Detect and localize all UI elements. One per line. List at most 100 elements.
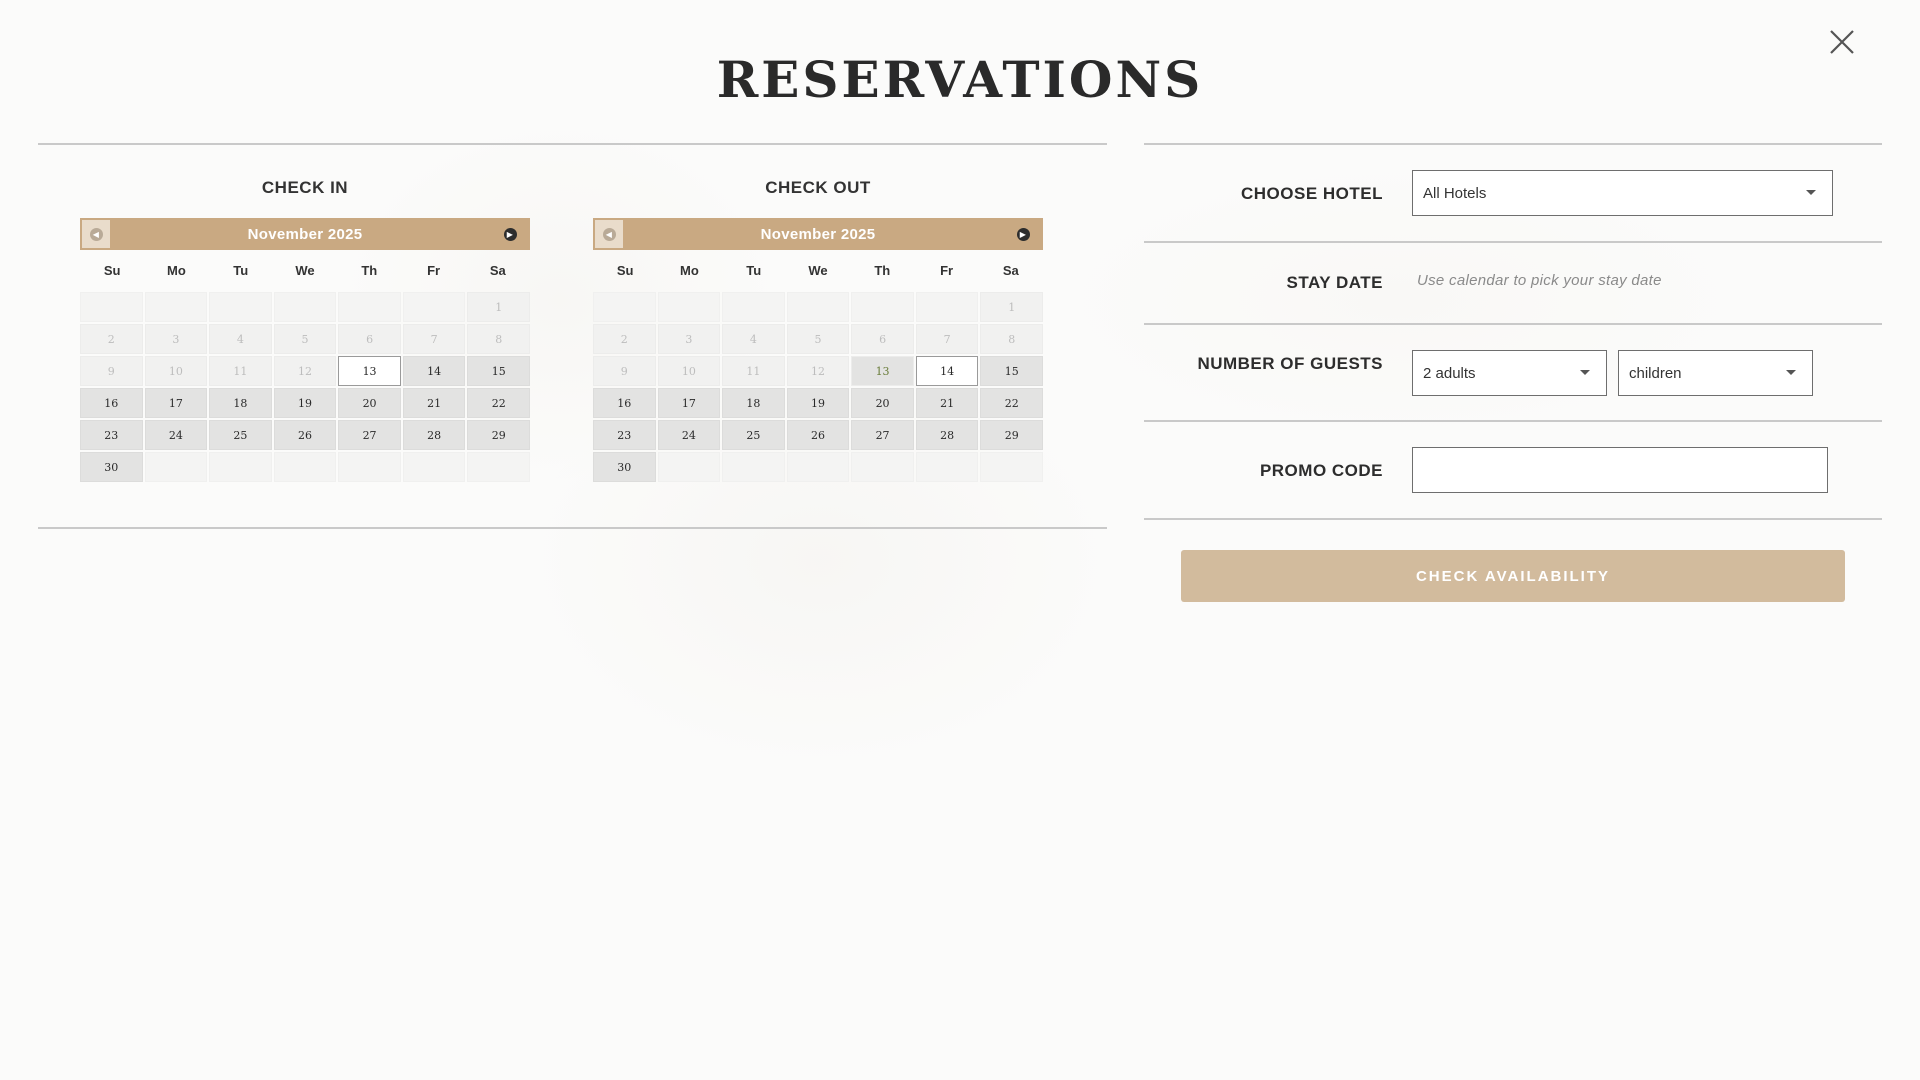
weekday-label: Su	[103, 262, 121, 278]
calendar-empty-cell	[402, 292, 466, 322]
calendar-header: ◀ November 2025 ▶	[593, 218, 1043, 250]
calendar-day: 9	[593, 356, 656, 386]
calendar-day[interactable]: 25	[209, 420, 272, 450]
calendar-empty-cell	[467, 452, 530, 482]
calendar-day[interactable]: 25	[722, 420, 785, 450]
calendar-empty-cell	[209, 292, 272, 322]
weekday-label: Sa	[1002, 262, 1019, 278]
weekday-label: Th	[361, 262, 378, 278]
page-title: RESERVATIONS	[716, 50, 1204, 109]
prev-month-button[interactable]: ◀	[595, 220, 623, 248]
calendar-day[interactable]: 26	[273, 420, 337, 450]
chevron-left-icon: ◀	[89, 227, 103, 241]
weekday-label: Mo	[167, 262, 186, 278]
calendar-empty-cell	[786, 292, 850, 322]
calendar-day[interactable]: 16	[593, 388, 656, 418]
calendar-empty-cell	[338, 292, 401, 322]
calendar-empty-cell	[980, 452, 1043, 482]
calendar-day[interactable]: 24	[144, 420, 208, 450]
checkin-calendar: ◀ November 2025 ▶ Su Mo Tu We Th Fr Sa 1234567…	[80, 218, 530, 482]
calendar-day[interactable]: 22	[467, 388, 530, 418]
checkout-heading: CHECK OUT	[765, 178, 871, 197]
prev-month-button[interactable]: ◀	[82, 220, 110, 248]
divider	[1144, 420, 1882, 422]
calendar-day[interactable]: 21	[402, 388, 466, 418]
divider	[1144, 518, 1882, 520]
stay-date-hint: Use calendar to pick your stay date	[1417, 272, 1662, 289]
calendar-day[interactable]: 15	[980, 356, 1043, 386]
calendar-day[interactable]: 14	[402, 356, 466, 386]
calendar-day[interactable]: 19	[786, 388, 850, 418]
calendar-day[interactable]: 18	[722, 388, 785, 418]
calendar-day: 4	[722, 324, 785, 354]
calendar-day[interactable]: 26	[786, 420, 850, 450]
calendar-day: 8	[467, 324, 530, 354]
check-availability-button[interactable]: CHECK AVAILABILITY	[1181, 550, 1845, 602]
divider	[38, 143, 1107, 145]
next-month-button[interactable]: ▶	[496, 220, 524, 248]
calendar-day: 12	[786, 356, 850, 386]
calendar-empty-cell	[209, 452, 272, 482]
calendar-day[interactable]: 21	[915, 388, 979, 418]
calendar-empty-cell	[144, 292, 208, 322]
calendar-day[interactable]: 17	[657, 388, 721, 418]
calendar-day[interactable]: 29	[980, 420, 1043, 450]
calendar-empty-cell	[915, 452, 979, 482]
calendar-day: 5	[786, 324, 850, 354]
calendar-day: 11	[722, 356, 785, 386]
calendar-day[interactable]: 14	[915, 356, 979, 386]
weekday-label: We	[295, 262, 315, 278]
calendar-day: 10	[657, 356, 721, 386]
calendar-day[interactable]: 30	[80, 452, 143, 482]
chevron-left-icon: ◀	[602, 227, 616, 241]
calendar-day[interactable]: 28	[915, 420, 979, 450]
children-select[interactable]: children	[1618, 350, 1813, 396]
calendar-day[interactable]: 19	[273, 388, 337, 418]
calendar-day[interactable]: 27	[338, 420, 401, 450]
month-label: November 2025	[247, 225, 363, 243]
calendar-day[interactable]: 17	[144, 388, 208, 418]
calendar-day: 3	[144, 324, 208, 354]
calendar-empty-cell	[273, 452, 337, 482]
calendar-header: ◀ November 2025 ▶	[80, 218, 530, 250]
calendar-day[interactable]: 16	[80, 388, 143, 418]
weekday-label: Tu	[233, 262, 249, 278]
calendar-day[interactable]: 20	[851, 388, 914, 418]
calendar-day[interactable]: 29	[467, 420, 530, 450]
calendar-empty-cell	[722, 452, 785, 482]
calendar-day[interactable]: 18	[209, 388, 272, 418]
next-month-button[interactable]: ▶	[1009, 220, 1037, 248]
calendar-day[interactable]: 30	[593, 452, 656, 482]
calendar-day[interactable]: 15	[467, 356, 530, 386]
adults-select-value: 2 adults	[1423, 364, 1476, 382]
calendar-day: 7	[402, 324, 466, 354]
calendar-empty-cell	[786, 452, 850, 482]
calendar-day[interactable]: 22	[980, 388, 1043, 418]
divider	[38, 527, 1107, 529]
adults-select[interactable]: 2 adults	[1412, 350, 1607, 396]
promo-code-label: PROMO CODE	[1259, 461, 1383, 480]
calendar-day: 2	[80, 324, 143, 354]
calendar-empty-cell	[144, 452, 208, 482]
promo-code-input[interactable]	[1412, 447, 1828, 493]
day-grid: 1 2 3 4 5 6 7 8 9 10 11 12 13 14 15 16 17 18 19 20 21 22 23 24 2…	[593, 292, 1043, 482]
calendar-day[interactable]: 20	[338, 388, 401, 418]
calendar-day[interactable]: 24	[657, 420, 721, 450]
calendar-day[interactable]: 13	[338, 356, 401, 386]
weekday-label: Mo	[680, 262, 699, 278]
calendar-empty-cell	[915, 292, 979, 322]
calendar-empty-cell	[657, 292, 721, 322]
calendar-day[interactable]: 23	[80, 420, 143, 450]
calendar-day[interactable]: 28	[402, 420, 466, 450]
calendar-day: 8	[980, 324, 1043, 354]
hotel-select[interactable]: All Hotels	[1412, 170, 1833, 216]
calendar-empty-cell	[593, 292, 656, 322]
calendar-day[interactable]: 23	[593, 420, 656, 450]
divider	[1144, 241, 1882, 243]
chevron-down-icon	[1786, 370, 1796, 375]
weekday-label: Fr	[427, 262, 441, 278]
calendar-day[interactable]: 27	[851, 420, 914, 450]
calendar-day[interactable]: 13	[851, 356, 914, 386]
calendar-day: 1	[980, 292, 1043, 322]
calendar-day: 12	[273, 356, 337, 386]
